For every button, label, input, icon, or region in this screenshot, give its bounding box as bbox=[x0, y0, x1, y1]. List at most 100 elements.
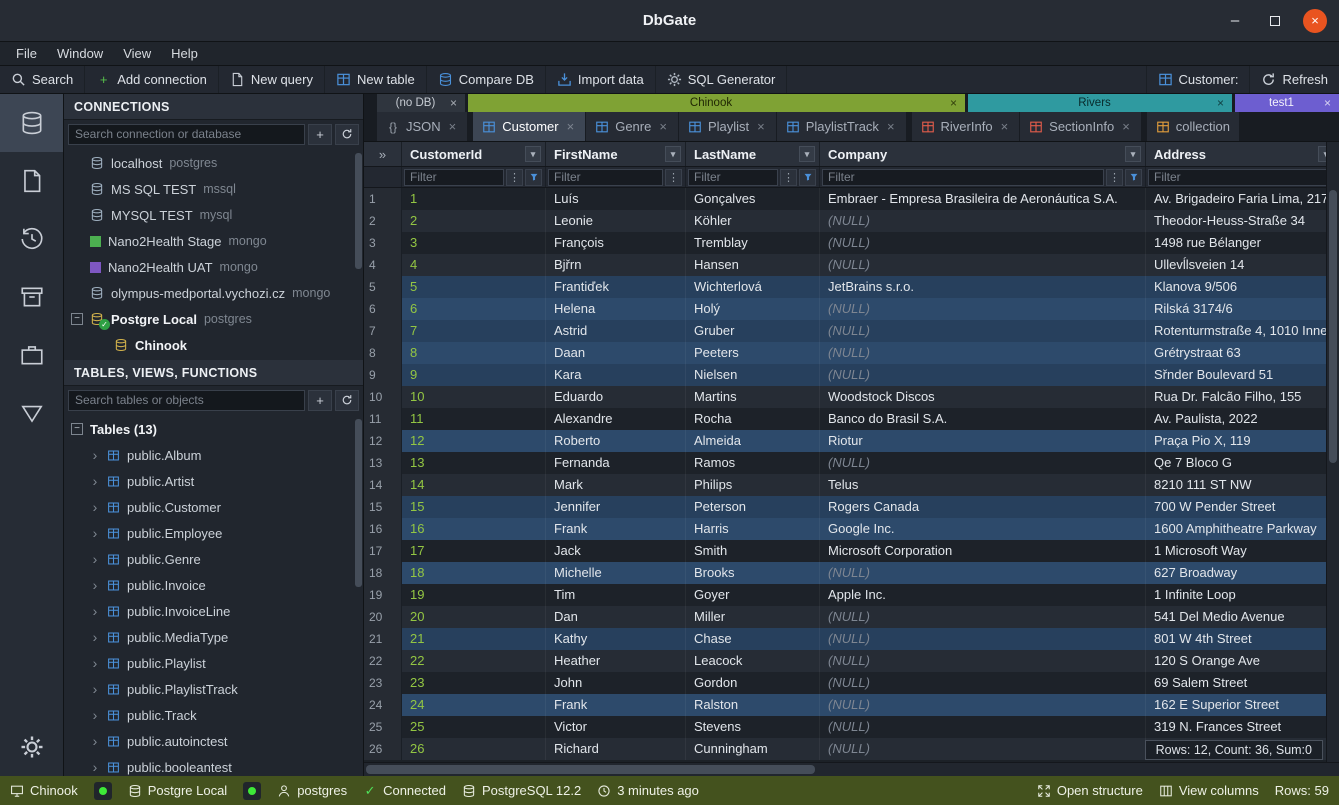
sidebar-button-settings[interactable] bbox=[0, 718, 63, 776]
filter-input-customerid[interactable] bbox=[404, 169, 504, 186]
filter-funnel-button[interactable] bbox=[1125, 169, 1142, 186]
tables-scrollbar[interactable] bbox=[355, 417, 362, 773]
table-row[interactable]: 1010EduardoMartinsWoodstock DiscosRua Dr… bbox=[364, 386, 1339, 408]
table-row[interactable]: 2525VictorStevens(NULL)319 N. Frances St… bbox=[364, 716, 1339, 738]
sidebar-button-connections[interactable] bbox=[0, 94, 63, 152]
add-table-button[interactable]: + bbox=[308, 390, 332, 411]
tab-sectioninfo[interactable]: SectionInfo× bbox=[1020, 112, 1142, 141]
refresh-connections-button[interactable] bbox=[335, 124, 359, 145]
close-icon[interactable]: × bbox=[448, 96, 459, 110]
filter-menu-button[interactable]: ⋮ bbox=[780, 169, 797, 186]
vertical-scroll-thumb[interactable] bbox=[1329, 190, 1337, 463]
close-icon[interactable]: × bbox=[999, 119, 1011, 134]
table-item-public-track[interactable]: ›public.Track bbox=[64, 702, 363, 728]
filter-input-address[interactable] bbox=[1148, 169, 1335, 186]
table-item-public-playlisttrack[interactable]: ›public.PlaylistTrack bbox=[64, 676, 363, 702]
menu-file[interactable]: File bbox=[6, 44, 47, 63]
close-icon[interactable]: × bbox=[1215, 96, 1226, 110]
collapse-icon[interactable]: − bbox=[71, 423, 83, 435]
table-row[interactable]: 1414MarkPhilipsTelus8210 111 ST NW bbox=[364, 474, 1339, 496]
table-row[interactable]: 11LuísGonçalvesEmbraer - Empresa Brasile… bbox=[364, 188, 1339, 210]
tab-customer[interactable]: Customer× bbox=[473, 112, 586, 141]
table-item-public-customer[interactable]: ›public.Customer bbox=[64, 494, 363, 520]
connection-item-nano2health-uat[interactable]: Nano2Health UATmongo bbox=[64, 254, 363, 280]
refresh-tables-button[interactable] bbox=[335, 390, 359, 411]
toolbar-button-sql-generator[interactable]: SQL Generator bbox=[656, 66, 788, 93]
filter-funnel-button[interactable] bbox=[525, 169, 542, 186]
column-dropdown-button[interactable]: ▾ bbox=[665, 146, 681, 162]
collapse-icon[interactable]: − bbox=[71, 313, 83, 325]
column-dropdown-button[interactable]: ▾ bbox=[799, 146, 815, 162]
connection-item-postgre-local[interactable]: −✓Postgre Localpostgres bbox=[64, 306, 363, 332]
db-tab-no-db[interactable]: (no DB)× bbox=[377, 94, 465, 112]
status-dotbox[interactable] bbox=[243, 782, 261, 800]
tab-collection[interactable]: collection bbox=[1147, 112, 1240, 141]
table-item-public-album[interactable]: ›public.Album bbox=[64, 442, 363, 468]
close-icon[interactable]: × bbox=[1322, 96, 1333, 110]
table-item-public-invoice[interactable]: ›public.Invoice bbox=[64, 572, 363, 598]
status-dotbox[interactable] bbox=[94, 782, 112, 800]
table-item-public-employee[interactable]: ›public.Employee bbox=[64, 520, 363, 546]
menu-view[interactable]: View bbox=[113, 44, 161, 63]
table-row[interactable]: 88DaanPeeters(NULL)Grétrystraat 63 bbox=[364, 342, 1339, 364]
minimize-button[interactable]: – bbox=[1223, 9, 1247, 33]
table-item-public-playlist[interactable]: ›public.Playlist bbox=[64, 650, 363, 676]
filter-input-lastname[interactable] bbox=[688, 169, 778, 186]
grid-corner-button[interactable]: » bbox=[364, 142, 402, 166]
close-icon[interactable]: × bbox=[657, 119, 669, 134]
grid-vertical-scrollbar[interactable] bbox=[1326, 142, 1339, 762]
table-row[interactable]: 1515JenniferPetersonRogers Canada700 W P… bbox=[364, 496, 1339, 518]
column-header-company[interactable]: Company▾ bbox=[820, 142, 1146, 166]
connection-item-nano2health-stage[interactable]: Nano2Health Stagemongo bbox=[64, 228, 363, 254]
add-connection-small-button[interactable]: + bbox=[308, 124, 332, 145]
table-item-public-artist[interactable]: ›public.Artist bbox=[64, 468, 363, 494]
connection-item-chinook[interactable]: Chinook bbox=[64, 332, 363, 358]
column-header-firstname[interactable]: FirstName▾ bbox=[546, 142, 686, 166]
connection-item-ms-sql-test[interactable]: MS SQL TESTmssql bbox=[64, 176, 363, 202]
table-row[interactable]: 2424FrankRalston(NULL)162 E Superior Str… bbox=[364, 694, 1339, 716]
close-icon[interactable]: × bbox=[885, 119, 897, 134]
tables-search-input[interactable] bbox=[68, 390, 305, 411]
status-chinook[interactable]: Chinook bbox=[10, 783, 78, 798]
sidebar-button-archive[interactable] bbox=[0, 268, 63, 326]
status-postgres[interactable]: postgres bbox=[277, 783, 347, 798]
toolbar-button-customer[interactable]: Customer: bbox=[1146, 66, 1250, 93]
grid-horizontal-scrollbar[interactable] bbox=[364, 762, 1339, 776]
filter-input-firstname[interactable] bbox=[548, 169, 663, 186]
maximize-button[interactable] bbox=[1263, 9, 1287, 33]
tab-genre[interactable]: Genre× bbox=[586, 112, 679, 141]
close-icon[interactable]: × bbox=[948, 96, 959, 110]
column-dropdown-button[interactable]: ▾ bbox=[525, 146, 541, 162]
table-item-public-invoiceline[interactable]: ›public.InvoiceLine bbox=[64, 598, 363, 624]
close-icon[interactable]: × bbox=[565, 119, 577, 134]
sidebar-button-plugins[interactable] bbox=[0, 326, 63, 384]
toolbar-button-new-table[interactable]: New table bbox=[325, 66, 427, 93]
table-row[interactable]: 55FrantiďekWichterlováJetBrains s.r.o.Kl… bbox=[364, 276, 1339, 298]
connections-search-input[interactable] bbox=[68, 124, 305, 145]
db-tab-rivers[interactable]: Rivers× bbox=[968, 94, 1232, 112]
sidebar-button-queries[interactable] bbox=[0, 152, 63, 210]
status-connected[interactable]: ✓Connected bbox=[363, 783, 446, 798]
table-row[interactable]: 44BjřrnHansen(NULL)Ullevĺlsveien 14 bbox=[364, 254, 1339, 276]
status-rows-59[interactable]: Rows: 59 bbox=[1275, 783, 1329, 798]
tables-group-row[interactable]: −Tables (13) bbox=[64, 416, 363, 442]
table-row[interactable]: 77AstridGruber(NULL)Rotenturmstraße 4, 1… bbox=[364, 320, 1339, 342]
column-header-address[interactable]: Address▾ bbox=[1146, 142, 1339, 166]
tab-playlist[interactable]: Playlist× bbox=[679, 112, 777, 141]
filter-menu-button[interactable]: ⋮ bbox=[665, 169, 682, 186]
tables-scroll-thumb[interactable] bbox=[355, 419, 362, 587]
table-item-public-booleantest[interactable]: ›public.booleantest bbox=[64, 754, 363, 776]
tab-json[interactable]: {}JSON× bbox=[377, 112, 468, 141]
column-header-lastname[interactable]: LastName▾ bbox=[686, 142, 820, 166]
table-row[interactable]: 2121KathyChase(NULL)801 W 4th Street bbox=[364, 628, 1339, 650]
toolbar-button-compare-db[interactable]: Compare DB bbox=[427, 66, 546, 93]
table-row[interactable]: 2222HeatherLeacock(NULL)120 S Orange Ave bbox=[364, 650, 1339, 672]
table-row[interactable]: 33FrançoisTremblay(NULL)1498 rue Bélange… bbox=[364, 232, 1339, 254]
toolbar-button-new-query[interactable]: New query bbox=[219, 66, 325, 93]
menu-help[interactable]: Help bbox=[161, 44, 208, 63]
toolbar-button-search[interactable]: Search bbox=[0, 66, 85, 93]
table-row[interactable]: 1919TimGoyerApple Inc.1 Infinite Loop bbox=[364, 584, 1339, 606]
status-postgresql-12-2[interactable]: PostgreSQL 12.2 bbox=[462, 783, 581, 798]
status-3-minutes-ago[interactable]: 3 minutes ago bbox=[597, 783, 699, 798]
db-tab-chinook[interactable]: Chinook× bbox=[468, 94, 965, 112]
